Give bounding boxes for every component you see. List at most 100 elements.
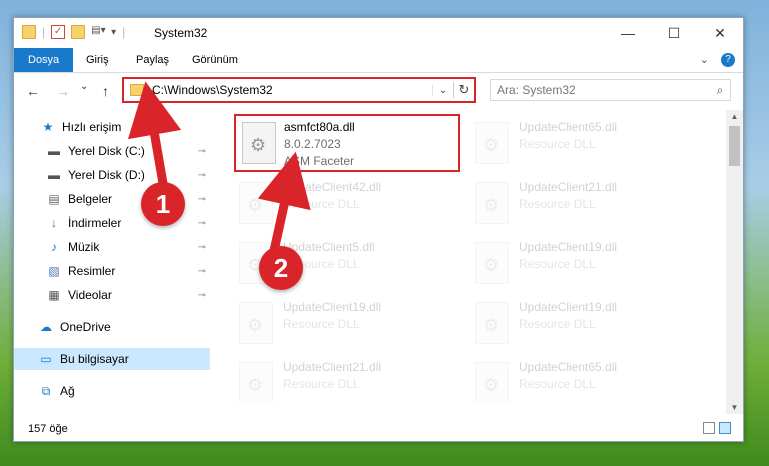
recent-locations-icon[interactable]: ⌄ [80, 81, 88, 92]
status-bar: 157 öğe [14, 417, 743, 441]
address-path[interactable]: C:\Windows\System32 [152, 83, 432, 97]
file-version: 8.0.2.7023 [284, 137, 341, 151]
refresh-icon[interactable]: ↻ [453, 82, 474, 98]
file-item[interactable]: UpdateClient65.dll Resource DLL [475, 116, 705, 172]
sidebar-item-pictures[interactable]: ▧ Resimler ⊸ [14, 260, 210, 282]
scroll-up-icon[interactable]: ▲ [726, 112, 743, 121]
chevron-down-icon[interactable]: ⌄ [700, 53, 709, 67]
drive-icon: ▬ [48, 144, 60, 158]
sidebar-item-network[interactable]: ⧉ Ağ [14, 380, 210, 402]
search-box[interactable]: ⌕ [490, 79, 731, 101]
file-item[interactable]: UpdateClient19.dll Resource DLL [475, 296, 705, 352]
pin-icon[interactable]: ⊸ [198, 146, 206, 157]
sidebar-item-label: Bu bilgisayar [60, 352, 129, 366]
sidebar-item-label: Belgeler [68, 192, 113, 206]
file-name: UpdateClient19.dll [283, 300, 382, 314]
file-version: Resource DLL [283, 197, 360, 211]
new-folder-icon[interactable] [71, 25, 86, 39]
address-dropdown-icon[interactable]: ⌄ [432, 84, 453, 96]
pin-icon[interactable]: ⊸ [198, 170, 206, 181]
folder-icon [130, 84, 144, 96]
file-name: UpdateClient65.dll [519, 120, 618, 134]
callout-badge-1: 1 [141, 182, 185, 226]
cloud-icon: ☁ [40, 320, 52, 334]
documents-icon: ▤ [48, 192, 60, 206]
explorer-window: | ✓ ▤▾ ▾ | System32 — ☐ ✕ Dosya Giriş Pa… [13, 17, 744, 442]
details-view-icon[interactable] [703, 422, 715, 434]
sidebar-item-label: Yerel Disk (C:) [68, 144, 145, 158]
minimize-button[interactable]: — [605, 18, 651, 48]
tab-dosya[interactable]: Dosya [14, 48, 74, 72]
properties-icon[interactable]: ✓ [51, 25, 66, 39]
sidebar-item-videos[interactable]: ▦ Videolar ⊸ [14, 284, 210, 306]
file-item[interactable]: UpdateClient19.dll Resource DLL [239, 296, 469, 352]
sidebar-item-this-pc[interactable]: ▭ Bu bilgisayar [14, 348, 210, 370]
sidebar-item-label: İndirmeler [68, 216, 122, 230]
help-icon[interactable]: ? [721, 53, 735, 67]
pin-icon[interactable]: ⊸ [198, 266, 206, 277]
tiles-view-icon[interactable] [719, 422, 731, 434]
sidebar-item-quick-access[interactable]: ★ Hızlı erişim [14, 116, 210, 138]
search-input[interactable] [491, 82, 710, 98]
address-bar[interactable]: C:\Windows\System32 ⌄ ↻ [122, 77, 476, 103]
file-version: Resource DLL [283, 317, 360, 331]
maximize-button[interactable]: ☐ [651, 18, 697, 48]
tab-gorunum[interactable]: Görünüm [178, 48, 252, 72]
file-description: ASM Faceter [284, 154, 355, 168]
vertical-scrollbar[interactable]: ▲ ▼ [726, 110, 743, 414]
sidebar-item-music[interactable]: ♪ Müzik ⊸ [14, 236, 210, 258]
pin-icon[interactable]: ⊸ [198, 194, 206, 205]
tab-giris[interactable]: Giriş [72, 48, 123, 72]
sidebar-item-onedrive[interactable]: ☁ OneDrive [14, 316, 210, 338]
forward-icon[interactable]: → [56, 83, 70, 99]
dll-file-icon [239, 302, 273, 344]
customize-toolbar-icon[interactable]: ▤▾ [91, 25, 105, 39]
file-version: Resource DLL [519, 257, 596, 271]
star-icon: ★ [42, 120, 54, 134]
sidebar-item-label: OneDrive [60, 320, 111, 334]
file-item[interactable]: UpdateClient19.dll Resource DLL [475, 236, 705, 292]
window-title: System32 [154, 26, 208, 40]
pictures-icon: ▧ [48, 264, 60, 278]
pin-icon[interactable]: ⊸ [198, 290, 206, 301]
tab-paylas[interactable]: Paylaş [122, 48, 183, 72]
file-item[interactable]: UpdateClient21.dll Resource DLL [475, 176, 705, 232]
sidebar-item-disk-c[interactable]: ▬ Yerel Disk (C:) ⊸ [14, 140, 210, 162]
computer-icon: ▭ [40, 352, 52, 366]
navigation-bar: ← → ⌄ ↑ C:\Windows\System32 ⌄ ↻ ⌕ [14, 73, 743, 109]
dll-file-icon [239, 362, 273, 402]
file-version: Resource DLL [519, 377, 596, 391]
quick-access-toolbar: | ✓ ▤▾ ▾ | [22, 25, 125, 39]
file-name: asmfct80a.dll [284, 120, 355, 134]
music-icon: ♪ [51, 240, 57, 254]
scroll-down-icon[interactable]: ▼ [726, 403, 743, 412]
view-switcher [703, 422, 731, 434]
file-version: Resource DLL [519, 197, 596, 211]
sidebar-item-disk-d[interactable]: ▬ Yerel Disk (D:) ⊸ [14, 164, 210, 186]
dll-file-icon [239, 182, 273, 224]
ribbon-right-controls: ⌄ ? [700, 53, 735, 67]
close-button[interactable]: ✕ [697, 18, 743, 48]
scrollbar-thumb[interactable] [729, 126, 740, 166]
sidebar-item-label: Videolar [68, 288, 112, 302]
callout-badge-2: 2 [259, 246, 303, 290]
sidebar-item-label: Ağ [60, 384, 75, 398]
network-icon: ⧉ [41, 384, 51, 398]
up-icon[interactable]: ↑ [102, 83, 109, 99]
file-item[interactable]: UpdateClient21.dll Resource DLL [239, 356, 469, 402]
sidebar-item-label: Yerel Disk (D:) [68, 168, 145, 182]
back-icon[interactable]: ← [26, 83, 40, 99]
item-count: 157 öğe [28, 423, 68, 435]
folder-icon [22, 25, 36, 39]
qat-dropdown-icon[interactable]: ▾ [111, 27, 116, 38]
pin-icon[interactable]: ⊸ [198, 218, 206, 229]
file-item[interactable]: UpdateClient65.dll Resource DLL [475, 356, 705, 402]
dll-file-icon [475, 302, 509, 344]
file-item[interactable]: UpdateClient42.dll Resource DLL [239, 176, 469, 232]
pin-icon[interactable]: ⊸ [198, 242, 206, 253]
file-name: UpdateClient19.dll [519, 240, 618, 254]
search-icon[interactable]: ⌕ [710, 83, 730, 98]
file-item-asmfct80a[interactable]: asmfct80a.dll 8.0.2.7023 ASM Faceter [234, 114, 460, 172]
dll-file-icon [475, 122, 509, 164]
dll-file-icon [475, 182, 509, 224]
